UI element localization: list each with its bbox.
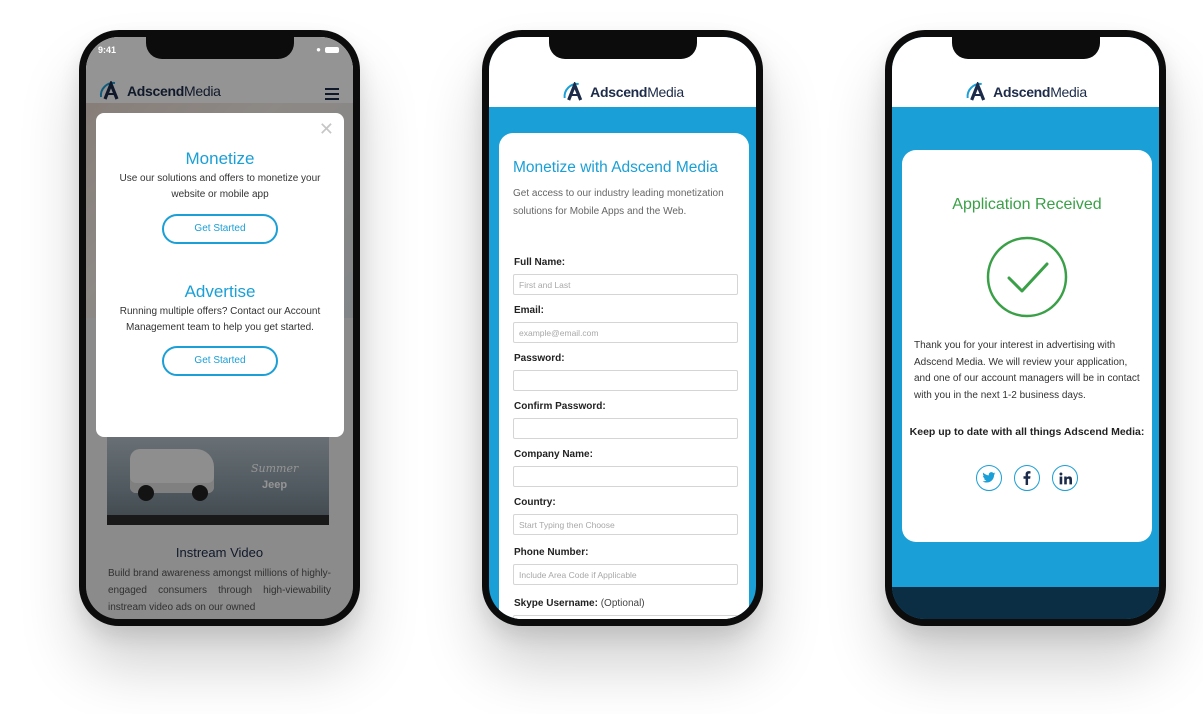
skype-username-label: Skype Username: (Optional) [514,598,645,609]
form-title: Monetize with Adscend Media [513,159,719,176]
advertise-title: Advertise [184,282,256,301]
company-name-input[interactable] [513,466,738,487]
confirmation-title: Application Received [952,196,1102,213]
status-time: 9:41 [904,45,923,55]
monetize-text: Use our solutions and offers to monetize… [119,173,321,200]
phone-number-label: Phone Number: [514,547,589,558]
phone-notch [951,37,1100,59]
email-label: Email: [514,305,545,316]
choose-path-modal: ✕ Monetize Use our solutions and offers … [96,113,344,437]
email-input[interactable] [513,322,738,343]
brand-name-light: Media [1050,84,1087,100]
confirmation-card: Application Received Thank you for your … [902,150,1152,542]
brand-name-light: Media [647,84,684,100]
status-time: 9:41 [98,45,117,55]
password-input[interactable] [513,370,738,391]
advertise-get-started-button[interactable]: Get Started [162,346,278,376]
phone-number-input[interactable] [513,564,738,585]
company-name-label: Company Name: [514,449,593,460]
social-prompt: Keep up to date with all things Adscend … [909,426,1145,438]
adscend-logo-icon [966,82,985,101]
phone-screen: 9:41 ● AdscendMedia Summer Jeep Instream… [86,37,353,619]
close-icon[interactable]: ✕ [319,119,334,140]
linkedin-icon[interactable] [1052,465,1078,491]
optional-hint: (Optional) [600,598,645,609]
adscend-logo-icon [563,82,582,101]
brand-logo[interactable]: AdscendMedia [964,82,1087,102]
country-label: Country: [514,497,556,508]
battery-icon [728,46,742,53]
battery-icon [325,46,339,53]
phone-screen: 9:41 ● AdscendMedia Application Received… [892,37,1159,619]
phone-mockup-monetize-menu: 9:41 ● AdscendMedia Summer Jeep Instream… [79,30,360,626]
wifi-icon: ● [1122,45,1127,54]
wifi-icon: ● [719,45,724,54]
social-links [902,465,1152,491]
phone-notch [145,37,294,59]
wifi-icon: ● [316,45,321,54]
full-name-label: Full Name: [514,257,566,268]
monetize-get-started-button[interactable]: Get Started [162,214,278,244]
confirm-password-label: Confirm Password: [514,401,606,412]
checkmark-circle-icon [986,236,1068,318]
facebook-icon[interactable] [1014,465,1040,491]
phone-mockup-signup-form: 9:41 ● AdscendMedia Monetize with Adscen… [482,30,763,626]
full-name-input[interactable] [513,274,738,295]
skype-label-text: Skype Username: [514,598,598,609]
signup-form-card: Monetize with Adscend Media Get access t… [499,133,749,619]
phone-notch [548,37,697,59]
skype-username-input[interactable] [513,615,738,619]
advertise-text: Running multiple offers? Contact our Acc… [119,306,321,333]
phone-screen: 9:41 ● AdscendMedia Monetize with Adscen… [489,37,756,619]
country-input[interactable] [513,514,738,535]
form-intro: Get access to our industry leading monet… [513,188,724,217]
monetize-title: Monetize [185,149,255,168]
brand-name-bold: Adscend [993,84,1051,100]
phone-mockup-confirmation: 9:41 ● AdscendMedia Application Received… [885,30,1166,626]
battery-icon [1131,46,1145,53]
status-time: 9:41 [501,45,520,55]
confirm-password-input[interactable] [513,418,738,439]
brand-logo[interactable]: AdscendMedia [561,82,684,102]
site-footer [892,587,1159,619]
confirmation-message: Thank you for your interest in advertisi… [914,340,1140,401]
twitter-icon[interactable] [976,465,1002,491]
password-label: Password: [514,353,565,364]
brand-name-bold: Adscend [590,84,648,100]
